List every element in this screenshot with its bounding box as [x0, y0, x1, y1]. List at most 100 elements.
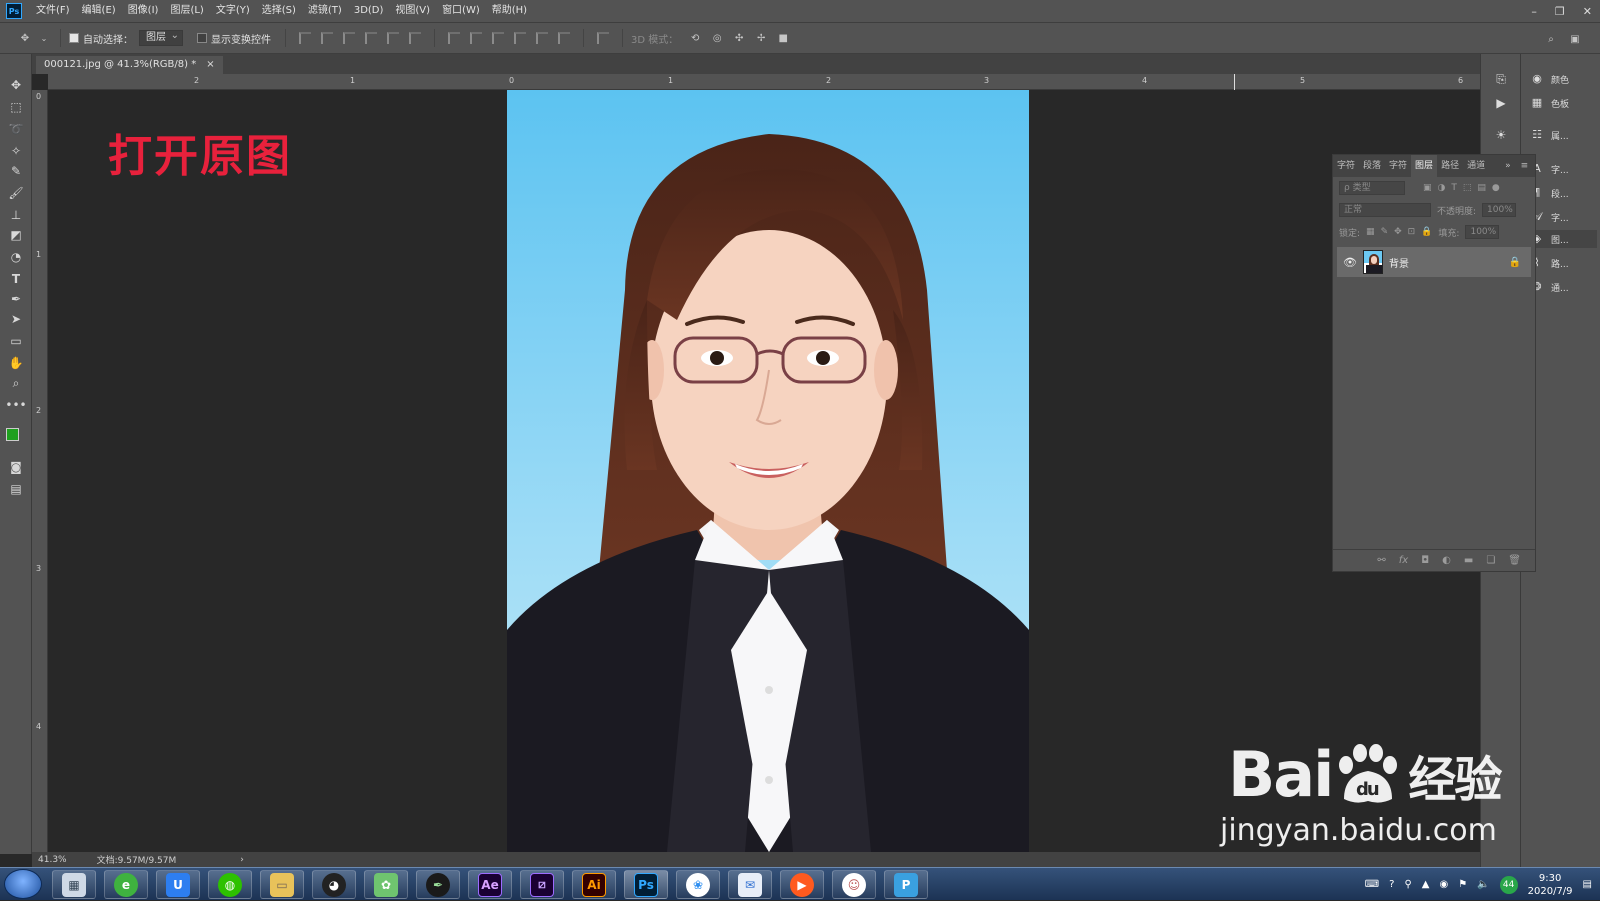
menu-help[interactable]: 帮助(H): [486, 0, 533, 22]
document-tab[interactable]: 000121.jpg @ 41.3%(RGB/8) * ×: [36, 56, 223, 74]
taskbar-color-app[interactable]: ❀: [676, 870, 720, 899]
menu-view[interactable]: 视图(V): [389, 0, 436, 22]
filter-pixel-icon[interactable]: ▣: [1423, 183, 1432, 193]
close-icon[interactable]: ✕: [1583, 5, 1592, 18]
volume-icon[interactable]: 🔈: [1477, 879, 1489, 890]
tab-paragraph[interactable]: 段落: [1359, 155, 1385, 177]
opacity-input[interactable]: 100%: [1482, 203, 1517, 217]
distribute-bottom-icon[interactable]: [492, 32, 504, 44]
tab-character-2[interactable]: 字符: [1385, 155, 1411, 177]
lock-pixels-icon[interactable]: ✎: [1381, 227, 1389, 237]
taskbar-illustrator[interactable]: Ai: [572, 870, 616, 899]
network-icon[interactable]: ⚲: [1404, 879, 1411, 890]
panel-menu-icon[interactable]: ≡: [1521, 161, 1529, 171]
lasso-tool-icon[interactable]: ➰: [7, 120, 25, 138]
tab-channels[interactable]: 通道: [1463, 155, 1489, 177]
lock-transparent-icon[interactable]: ▦: [1366, 227, 1375, 237]
eyedropper-tool-icon[interactable]: ✎: [7, 162, 25, 180]
link-layers-icon[interactable]: ⚯: [1377, 555, 1385, 566]
screen-mode-icon[interactable]: ▤: [7, 480, 25, 498]
distribute-right-icon[interactable]: [558, 32, 570, 44]
dock-properties[interactable]: ☷ 属...: [1525, 126, 1597, 144]
taskbar-mail[interactable]: ✉: [728, 870, 772, 899]
taskbar-explorer[interactable]: ▭: [260, 870, 304, 899]
magic-wand-tool-icon[interactable]: ✧: [7, 142, 25, 160]
status-menu-arrow[interactable]: ›: [240, 855, 244, 865]
menu-edit[interactable]: 编辑(E): [76, 0, 122, 22]
menu-3d[interactable]: 3D(D): [348, 0, 390, 22]
pen-tool-icon[interactable]: ✒: [7, 290, 25, 308]
lock-artboard-icon[interactable]: ⊡: [1408, 227, 1416, 237]
layer-filter-input[interactable]: ρ 类型: [1339, 181, 1405, 195]
hand-tool-icon[interactable]: ✋: [7, 354, 25, 372]
taskbar-utools[interactable]: U: [156, 870, 200, 899]
lock-all-icon[interactable]: 🔒: [1421, 227, 1432, 237]
menu-layer[interactable]: 图层(L): [164, 0, 209, 22]
close-tab-icon[interactable]: ×: [206, 56, 214, 74]
tray-arrow-icon[interactable]: ▲: [1422, 879, 1430, 890]
search-icon[interactable]: ⌕: [1544, 32, 1558, 46]
tab-paths[interactable]: 路径: [1437, 155, 1463, 177]
quick-mask-icon[interactable]: ◙: [7, 458, 25, 476]
move-tool-icon[interactable]: ✥: [18, 31, 32, 45]
add-mask-icon[interactable]: ◘: [1421, 555, 1429, 566]
taskbar-browser[interactable]: e: [104, 870, 148, 899]
menu-window[interactable]: 窗口(W): [436, 0, 486, 22]
portrait-photo[interactable]: [507, 90, 1029, 852]
restore-icon[interactable]: ❐: [1555, 5, 1565, 18]
globe-icon[interactable]: ◉: [1439, 879, 1448, 890]
menu-type[interactable]: 文字(Y): [210, 0, 256, 22]
taskbar-after-effects[interactable]: Ae: [468, 870, 512, 899]
distribute-left-icon[interactable]: [514, 32, 526, 44]
visibility-eye-icon[interactable]: 👁: [1343, 256, 1357, 269]
stamp-tool-icon[interactable]: ⊥: [7, 206, 25, 224]
taskbar-calculator[interactable]: ▦: [52, 870, 96, 899]
dodge-tool-icon[interactable]: ◔: [7, 248, 25, 266]
menu-select[interactable]: 选择(S): [256, 0, 302, 22]
taskbar-photoshop[interactable]: Ps: [624, 870, 668, 899]
taskbar-pen-app[interactable]: ✒: [416, 870, 460, 899]
adjustment-layer-icon[interactable]: ◐: [1442, 555, 1451, 566]
dock-swatches[interactable]: ▦ 色板: [1525, 94, 1597, 112]
auto-select-checkbox[interactable]: [69, 33, 79, 43]
foreground-color-swatch[interactable]: [6, 428, 19, 441]
3d-rotate-icon[interactable]: ⟲: [688, 31, 702, 45]
tray-badge[interactable]: 44: [1499, 875, 1518, 894]
taskbar-green-app[interactable]: ✿: [364, 870, 408, 899]
taskbar-avatar-app[interactable]: ☺: [832, 870, 876, 899]
distribute-hcenter-icon[interactable]: [536, 32, 548, 44]
distribute-vcenter-icon[interactable]: [470, 32, 482, 44]
start-button[interactable]: [4, 869, 42, 899]
align-top-icon[interactable]: [299, 32, 311, 44]
brightness-icon[interactable]: ☀: [1493, 128, 1509, 144]
help-icon[interactable]: ?: [1389, 879, 1394, 890]
menu-filter[interactable]: 滤镜(T): [302, 0, 348, 22]
align-right-icon[interactable]: [409, 32, 421, 44]
rectangle-tool-icon[interactable]: ▭: [7, 332, 25, 350]
expand-icon[interactable]: »: [1505, 161, 1511, 171]
taskbar-pdf[interactable]: P: [884, 870, 928, 899]
3d-slide-icon[interactable]: ✢: [754, 31, 768, 45]
tab-layers[interactable]: 图层: [1411, 155, 1438, 177]
new-group-icon[interactable]: ▬: [1464, 555, 1473, 566]
distribute-top-icon[interactable]: [448, 32, 460, 44]
fill-input[interactable]: 100%: [1465, 225, 1500, 239]
path-select-tool-icon[interactable]: ➤: [7, 310, 25, 328]
horizontal-ruler[interactable]: 2 1 0 1 2 3 4 5 6: [48, 74, 1480, 90]
filter-type-icon[interactable]: T: [1451, 183, 1457, 193]
align-left-icon[interactable]: [365, 32, 377, 44]
zoom-level[interactable]: 41.3%: [38, 855, 67, 865]
actions-play-icon[interactable]: ▶: [1493, 96, 1509, 112]
blend-mode-select[interactable]: 正常: [1339, 203, 1431, 217]
align-bottom-icon[interactable]: [343, 32, 355, 44]
filter-adjust-icon[interactable]: ◑: [1438, 183, 1446, 193]
fx-icon[interactable]: fx: [1399, 555, 1408, 566]
clock[interactable]: 9:30 2020/7/9: [1528, 872, 1573, 898]
3d-scale-icon[interactable]: ■: [776, 31, 790, 45]
workspace-icon[interactable]: ▣: [1568, 32, 1582, 46]
show-transform-checkbox[interactable]: [197, 33, 207, 43]
dock-color[interactable]: ◉ 颜色: [1525, 70, 1597, 88]
filter-smart-icon[interactable]: ▤: [1477, 183, 1486, 193]
menu-file[interactable]: 文件(F): [30, 0, 76, 22]
align-hcenter-icon[interactable]: [387, 32, 399, 44]
